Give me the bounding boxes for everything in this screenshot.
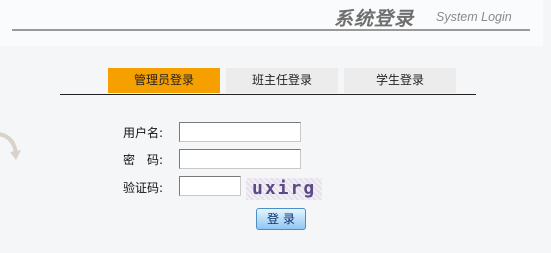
captcha-image-text: uxirg <box>252 178 317 199</box>
username-label: 用户名: <box>123 126 164 140</box>
login-button[interactable]: 登录 <box>256 208 306 230</box>
password-field[interactable] <box>179 149 301 169</box>
tab-admin-login[interactable]: 管理员登录 <box>108 68 220 93</box>
captcha-image[interactable]: uxirg <box>246 178 322 200</box>
page-subtitle: System Login <box>436 10 512 24</box>
tab-teacher-login[interactable]: 班主任登录 <box>226 68 338 93</box>
username-field[interactable] <box>179 122 301 142</box>
password-label: 密 码: <box>123 153 164 167</box>
tab-student-login[interactable]: 学生登录 <box>344 68 456 93</box>
tab-divider <box>60 94 476 95</box>
curved-arrow-icon <box>0 132 21 160</box>
captcha-label: 验证码: <box>123 181 164 195</box>
title-divider <box>12 29 530 31</box>
captcha-field[interactable] <box>179 176 241 196</box>
page-title: 系统登录 <box>334 8 415 30</box>
